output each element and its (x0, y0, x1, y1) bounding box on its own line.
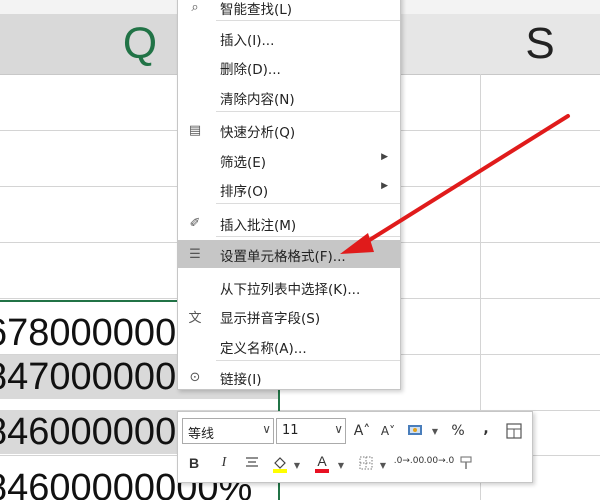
annotation-arrow (340, 114, 570, 254)
arrow-shaft (358, 114, 570, 248)
arrow-head (340, 233, 374, 254)
